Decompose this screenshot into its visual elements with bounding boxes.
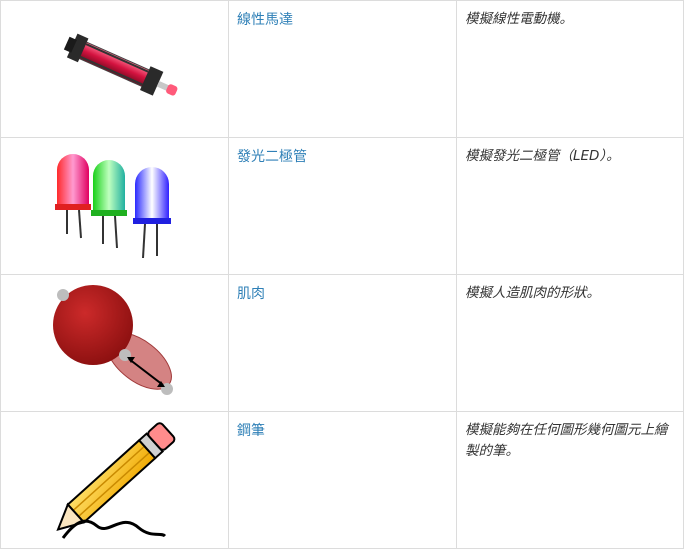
component-name-link[interactable]: 發光二極管 [237, 149, 307, 165]
table-row: 線性馬達 模擬線性電動機。 [0, 0, 684, 138]
led-icon [55, 154, 171, 259]
name-cell: 發光二極管 [228, 137, 457, 275]
table-row: 鋼筆 模擬能夠在任何圖形幾何圖元上繪製的筆。 [0, 411, 684, 549]
description-cell: 模擬發光二極管（LED）。 [456, 137, 684, 275]
component-name-link[interactable]: 線性馬達 [237, 12, 293, 28]
muscle-icon [53, 285, 173, 395]
name-cell: 鋼筆 [228, 411, 457, 549]
image-cell [0, 137, 229, 275]
component-description: 模擬發光二極管（LED）。 [465, 148, 620, 164]
component-description: 模擬人造肌肉的形狀。 [465, 285, 600, 301]
table-row: 發光二極管 模擬發光二極管（LED）。 [0, 137, 684, 275]
image-cell [0, 0, 229, 138]
image-cell [0, 274, 229, 412]
image-cell [0, 411, 229, 549]
component-description: 模擬能夠在任何圖形幾何圖元上繪製的筆。 [465, 422, 668, 459]
description-cell: 模擬能夠在任何圖形幾何圖元上繪製的筆。 [456, 411, 684, 549]
table-row: 肌肉 模擬人造肌肉的形狀。 [0, 274, 684, 412]
description-cell: 模擬人造肌肉的形狀。 [456, 274, 684, 412]
component-name-link[interactable]: 鋼筆 [237, 423, 265, 439]
name-cell: 線性馬達 [228, 0, 457, 138]
name-cell: 肌肉 [228, 274, 457, 412]
component-name-link[interactable]: 肌肉 [237, 286, 265, 302]
pencil-icon [56, 422, 176, 539]
component-table: 線性馬達 模擬線性電動機。 發光二極管 模擬發光二極管（LED）。 肌肉 模擬人… [0, 0, 684, 549]
linear-motor-icon [63, 33, 178, 96]
component-description: 模擬線性電動機。 [465, 11, 573, 27]
description-cell: 模擬線性電動機。 [456, 0, 684, 138]
